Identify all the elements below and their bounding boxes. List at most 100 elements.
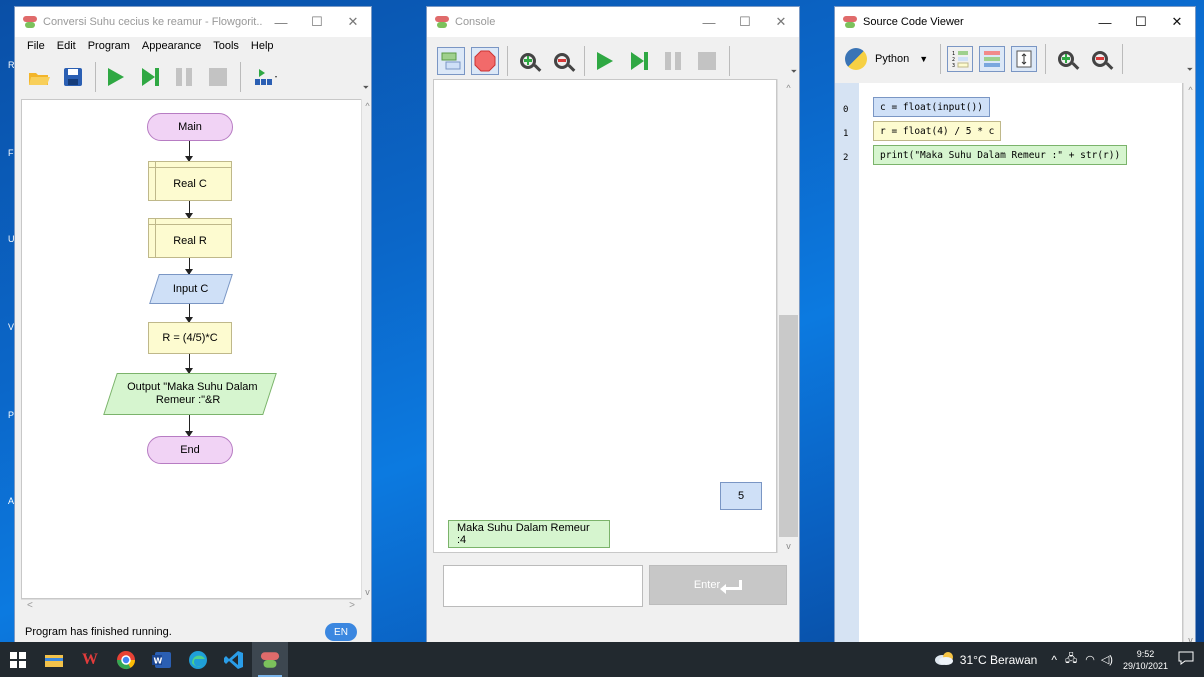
connector-arrow [185, 415, 193, 437]
volume-icon[interactable]: ◁) [1101, 653, 1113, 666]
line-numbers-button[interactable]: 123 [947, 46, 974, 72]
close-button[interactable]: ✕ [763, 14, 799, 30]
source-viewer-title: Source Code Viewer [863, 16, 964, 28]
code-line-output[interactable]: print("Maka Suhu Dalam Remeur :" + str(r… [873, 145, 1128, 165]
input-c-node[interactable]: Input C [149, 274, 233, 304]
run-button[interactable] [591, 47, 619, 75]
console-output-area[interactable]: 5 Maka Suhu Dalam Remeur :4 [433, 79, 777, 553]
speed-dropdown[interactable] [247, 63, 285, 91]
taskbar-chrome[interactable] [108, 642, 144, 677]
menu-appearance[interactable]: Appearance [142, 40, 201, 52]
minimize-button[interactable]: — [1087, 15, 1123, 30]
taskbar-vscode[interactable] [216, 642, 252, 677]
console-input-field[interactable] [443, 565, 643, 607]
menu-edit[interactable]: Edit [57, 40, 76, 52]
minimize-button[interactable]: — [691, 15, 727, 30]
menu-help[interactable]: Help [251, 40, 274, 52]
toolbar-separator [1045, 44, 1047, 74]
menu-tools[interactable]: Tools [213, 40, 239, 52]
flowchart-horizontal-scrollbar[interactable]: < > [21, 599, 361, 613]
toolbar-separator [940, 44, 942, 74]
zoom-out-button[interactable] [1086, 45, 1114, 73]
stop-button[interactable] [693, 47, 721, 75]
collapse-toolbar-icon[interactable]: ⏷ [1187, 65, 1193, 75]
weather-cloud-icon[interactable] [934, 651, 954, 668]
zoom-out-icon [554, 53, 570, 69]
code-line-assign[interactable]: r = float(4) / 5 * c [873, 121, 1002, 141]
stop-console-button[interactable] [471, 47, 499, 75]
menu-program[interactable]: Program [88, 40, 130, 52]
step-icon [141, 68, 159, 86]
toolbar-separator [584, 46, 585, 76]
scroll-thumb[interactable] [779, 315, 798, 537]
flowgorithm-icon [260, 651, 280, 668]
start-button[interactable] [0, 642, 36, 677]
run-button[interactable] [102, 63, 130, 91]
flowchart-canvas[interactable]: Main Real C Real R Input C R = (4/5)*C O… [21, 99, 367, 599]
zoom-in-button[interactable] [1052, 45, 1080, 73]
taskbar-edge[interactable] [180, 642, 216, 677]
taskbar-word[interactable]: W [144, 642, 180, 677]
end-label: End [180, 443, 200, 456]
declare-c-node[interactable]: Real C [148, 161, 232, 201]
assign-node[interactable]: R = (4/5)*C [148, 322, 232, 354]
collapse-toolbar-icon[interactable]: ⏷ [363, 83, 369, 93]
step-button[interactable] [136, 63, 164, 91]
open-button[interactable] [25, 63, 53, 91]
console-vertical-scrollbar[interactable]: ^ v [777, 79, 799, 553]
flowgorithm-titlebar[interactable]: Conversi Suhu cecius ke reamur - Flowgor… [15, 7, 371, 37]
stop-button[interactable] [204, 63, 232, 91]
menu-file[interactable]: File [27, 40, 45, 52]
taskbar-file-explorer[interactable] [36, 642, 72, 677]
language-badge[interactable]: EN [325, 623, 357, 641]
tray-overflow-icon[interactable]: ^ [1051, 653, 1057, 667]
taskbar-flowgorithm[interactable] [252, 642, 288, 677]
weather-text[interactable]: 31°C Berawan [960, 653, 1038, 667]
taskbar-wps[interactable]: W [72, 642, 108, 677]
system-tray: 31°C Berawan ^ 🖧 ◠ ◁) 9:52 29/10/2021 [934, 642, 1204, 677]
notification-icon[interactable] [1178, 651, 1194, 668]
system-clock[interactable]: 9:52 29/10/2021 [1123, 648, 1168, 672]
maximize-button[interactable]: ☐ [727, 14, 763, 30]
pause-icon [176, 68, 192, 86]
pause-button[interactable] [659, 47, 687, 75]
console-app-icon [435, 16, 449, 28]
chat-mode-button[interactable] [437, 47, 465, 75]
maximize-button[interactable]: ☐ [1123, 14, 1159, 30]
maximize-button[interactable]: ☐ [299, 14, 335, 30]
source-viewer-window: Source Code Viewer — ☐ ✕ Python ▼ 123 ⏷ … [834, 6, 1196, 646]
windows-logo-icon [10, 651, 26, 668]
main-node[interactable]: Main [147, 113, 233, 141]
color-blocks-button[interactable] [979, 46, 1006, 72]
minimize-button[interactable]: — [263, 15, 299, 30]
input-bubble-value: 5 [737, 490, 745, 502]
connector-arrow [185, 354, 193, 374]
end-node[interactable]: End [147, 436, 233, 464]
wifi-icon[interactable]: ◠ [1085, 653, 1095, 666]
enter-label: Enter [693, 579, 721, 591]
network-icon[interactable]: 🖧 [1065, 650, 1077, 669]
step-button[interactable] [625, 47, 653, 75]
save-button[interactable] [59, 63, 87, 91]
pause-icon [665, 52, 681, 70]
language-selector[interactable]: Python ▼ [845, 45, 928, 73]
line-number: 1 [843, 129, 849, 139]
close-button[interactable]: ✕ [1159, 14, 1195, 30]
source-viewer-titlebar[interactable]: Source Code Viewer — ☐ ✕ [835, 7, 1195, 37]
zoom-out-button[interactable] [548, 47, 576, 75]
collapse-toolbar-icon[interactable]: ⏷ [791, 67, 797, 77]
source-vertical-scrollbar[interactable]: ^ v [1183, 83, 1195, 645]
enter-button[interactable]: Enter [649, 565, 787, 605]
console-titlebar[interactable]: Console — ☐ ✕ [427, 7, 799, 37]
fit-height-button[interactable] [1011, 46, 1038, 72]
close-button[interactable]: ✕ [335, 14, 371, 30]
assign-label: R = (4/5)*C [162, 331, 218, 344]
pause-button[interactable] [170, 63, 198, 91]
clock-time: 9:52 [1136, 648, 1155, 659]
declare-r-node[interactable]: Real R [148, 218, 232, 258]
code-line-input[interactable]: c = float(input()) [873, 97, 990, 117]
source-code-area[interactable]: c = float(input()) r = float(4) / 5 * c … [859, 83, 1183, 645]
zoom-in-button[interactable] [514, 47, 542, 75]
flowchart-vertical-scrollbar[interactable]: ^ v [361, 99, 371, 599]
output-node[interactable]: Output "Maka Suhu Dalam Remeur :"&R [103, 373, 277, 415]
